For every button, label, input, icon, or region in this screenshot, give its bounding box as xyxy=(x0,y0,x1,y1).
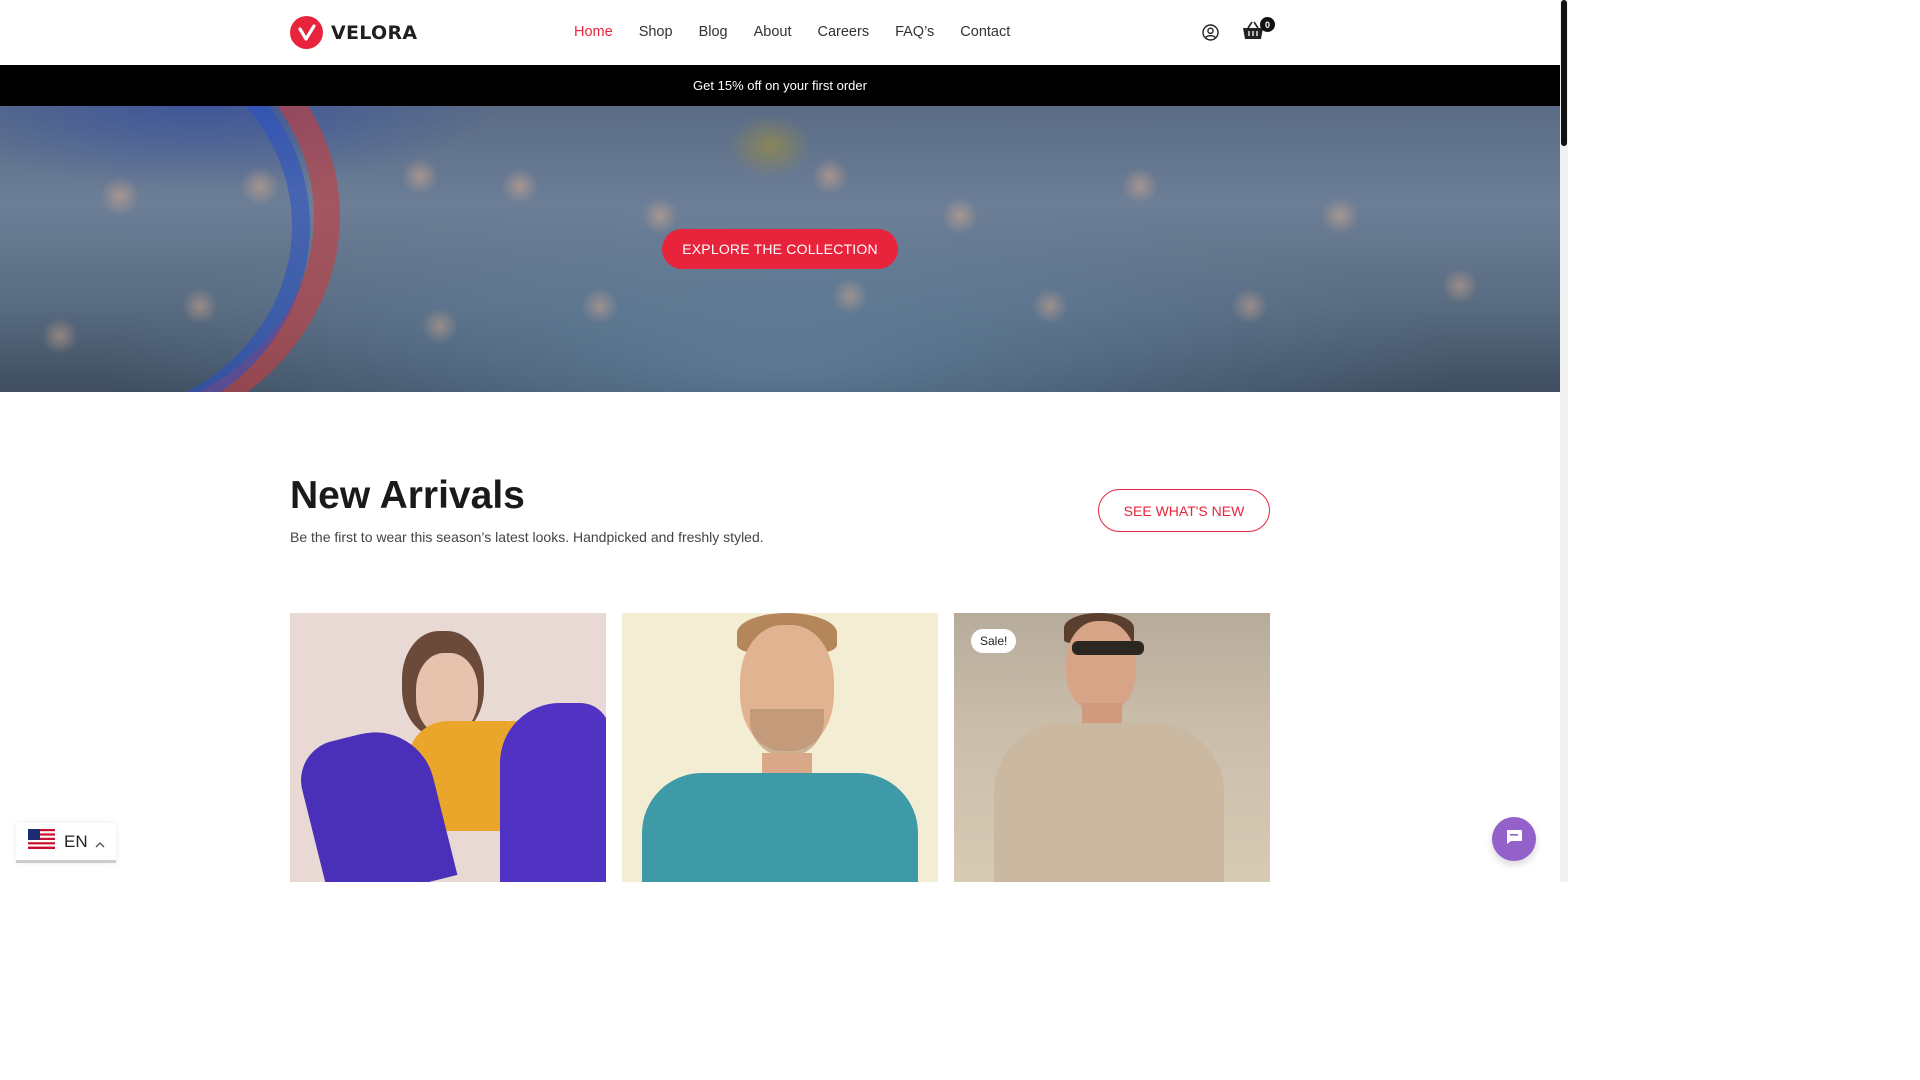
user-account-icon[interactable] xyxy=(1202,24,1219,41)
product-card[interactable] xyxy=(290,613,606,882)
nav-blog[interactable]: Blog xyxy=(699,24,728,40)
nav-about[interactable]: About xyxy=(754,24,792,40)
nav-shop[interactable]: Shop xyxy=(639,24,673,40)
hero-banner: EXPLORE THE COLLECTION xyxy=(0,106,1560,392)
promo-bar: Get 15% off on your first order xyxy=(0,65,1560,106)
explore-collection-button[interactable]: EXPLORE THE COLLECTION xyxy=(662,229,898,269)
nav-careers[interactable]: Careers xyxy=(818,24,870,40)
nav-home[interactable]: Home xyxy=(574,24,613,40)
chevron-up-icon xyxy=(95,837,105,847)
nav-contact[interactable]: Contact xyxy=(960,24,1010,40)
logo-mark-icon xyxy=(290,16,323,49)
promo-text: Get 15% off on your first order xyxy=(693,78,867,93)
nav-faqs[interactable]: FAQ’s xyxy=(895,24,934,40)
section-title: New Arrivals xyxy=(290,474,525,517)
product-card[interactable]: Sale! xyxy=(954,613,1270,882)
product-image xyxy=(622,613,938,882)
brand-name: VELORA xyxy=(331,21,418,44)
chat-icon xyxy=(1504,827,1524,852)
site-header: VELORA Home Shop Blog About Careers FAQ’… xyxy=(0,0,1560,65)
sale-badge: Sale! xyxy=(971,629,1017,653)
section-subtitle: Be the first to wear this season’s lates… xyxy=(290,529,764,545)
language-switcher[interactable]: EN xyxy=(16,823,116,863)
cart-count-badge: 0 xyxy=(1260,17,1275,32)
scrollbar-thumb[interactable] xyxy=(1561,0,1567,146)
product-card[interactable] xyxy=(622,613,938,882)
us-flag-icon xyxy=(28,829,55,854)
chat-button[interactable] xyxy=(1492,817,1536,861)
product-image xyxy=(290,613,606,882)
logo[interactable]: VELORA xyxy=(290,16,417,49)
language-code: EN xyxy=(64,831,88,851)
see-whats-new-button[interactable]: SEE WHAT'S NEW xyxy=(1098,489,1270,532)
main-nav: Home Shop Blog About Careers FAQ’s Conta… xyxy=(574,24,1036,40)
product-image xyxy=(954,613,1270,882)
